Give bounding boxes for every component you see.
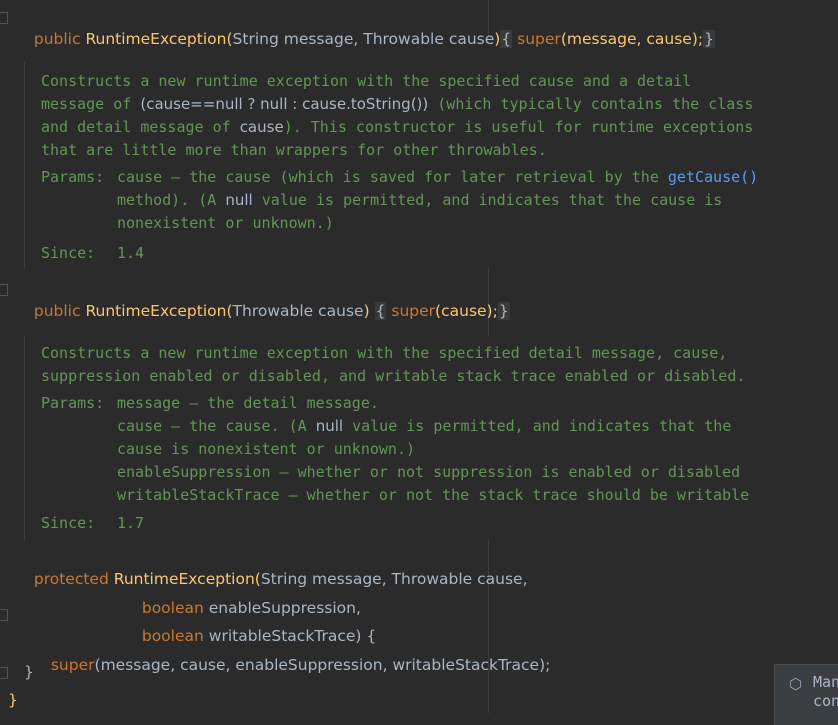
popup-text: Man con bbox=[813, 673, 838, 710]
closing-brace: } bbox=[24, 663, 34, 681]
since-label: Since: bbox=[41, 514, 96, 532]
doc-line: that are little more than wrappers for o… bbox=[41, 141, 547, 159]
constructor-signature: public RuntimeException(Throwable cause)… bbox=[24, 278, 510, 322]
inline-code: cause bbox=[239, 118, 284, 136]
folded-body-open[interactable]: { bbox=[500, 30, 513, 48]
super-args: (message, cause); bbox=[560, 30, 704, 48]
constructor-signature: public RuntimeException(String message, … bbox=[24, 6, 715, 50]
doc-line: message of (cause==null ? null : cause.t… bbox=[41, 95, 754, 113]
folded-body-open[interactable]: { bbox=[374, 302, 387, 320]
method-name[interactable]: RuntimeException bbox=[85, 30, 226, 48]
fold-marker[interactable] bbox=[0, 12, 8, 24]
notification-popup[interactable]: ⬡ Man con bbox=[774, 664, 838, 725]
param-line: message – the detail message. bbox=[117, 394, 379, 412]
since-value: 1.7 bbox=[117, 514, 145, 532]
since-value: 1.4 bbox=[117, 244, 145, 262]
constructor-body: super(message, cause, enableSuppression,… bbox=[41, 632, 551, 676]
folded-body-close[interactable]: } bbox=[497, 302, 510, 320]
modifier-keyword: public bbox=[33, 302, 81, 320]
modifier-keyword: public bbox=[33, 30, 81, 48]
inline-code: (cause==null ? null : cause.toString()) bbox=[140, 95, 429, 113]
super-keyword: super bbox=[50, 656, 95, 674]
doc-line: and detail message of cause). This const… bbox=[41, 118, 754, 136]
fold-marker[interactable] bbox=[0, 667, 8, 679]
param-line: enableSuppression – whether or not suppr… bbox=[117, 463, 741, 481]
doc-line: suppression enabled or disabled, and wri… bbox=[41, 367, 746, 385]
fold-marker[interactable] bbox=[0, 609, 8, 621]
doc-line: Constructs a new runtime exception with … bbox=[41, 72, 692, 90]
super-args: (cause); bbox=[435, 302, 498, 320]
maven-icon: ⬡ bbox=[789, 675, 803, 693]
javadoc-block: Constructs a new runtime exception with … bbox=[24, 62, 838, 268]
super-keyword: super bbox=[517, 30, 561, 48]
super-args: (message, cause, enableSuppression, writ… bbox=[94, 656, 551, 674]
null-keyword: null bbox=[315, 417, 344, 435]
parameters: Throwable cause bbox=[232, 302, 364, 320]
doc-line: Constructs a new runtime exception with … bbox=[41, 344, 728, 362]
params-label: Params: bbox=[41, 168, 105, 186]
param-line: cause is nonexistent or unknown.) bbox=[117, 440, 416, 458]
close-paren: ) bbox=[363, 302, 370, 320]
params-label: Params: bbox=[41, 394, 105, 412]
null-keyword: null bbox=[225, 191, 253, 209]
javadoc-block: Constructs a new runtime exception with … bbox=[24, 336, 838, 540]
param-line: method). (A null value is permitted, and… bbox=[117, 191, 723, 209]
param-line: writableStackTrace – whether or not the … bbox=[117, 486, 750, 504]
getcause-link[interactable]: getCause() bbox=[668, 168, 758, 186]
param-line: cause – the cause (which is saved for la… bbox=[117, 168, 759, 186]
super-keyword: super bbox=[391, 302, 436, 320]
since-label: Since: bbox=[41, 244, 96, 262]
param-line: cause – the cause. (A null value is perm… bbox=[117, 417, 732, 435]
folded-body-close[interactable]: } bbox=[703, 30, 715, 48]
parameters: String message, Throwable cause bbox=[232, 30, 495, 48]
fold-marker[interactable] bbox=[0, 284, 8, 296]
class-closing-brace: } bbox=[8, 691, 18, 709]
modifier-keyword: protected bbox=[33, 570, 109, 588]
method-name[interactable]: RuntimeException bbox=[85, 302, 226, 320]
param-line: nonexistent or unknown.) bbox=[117, 214, 334, 232]
